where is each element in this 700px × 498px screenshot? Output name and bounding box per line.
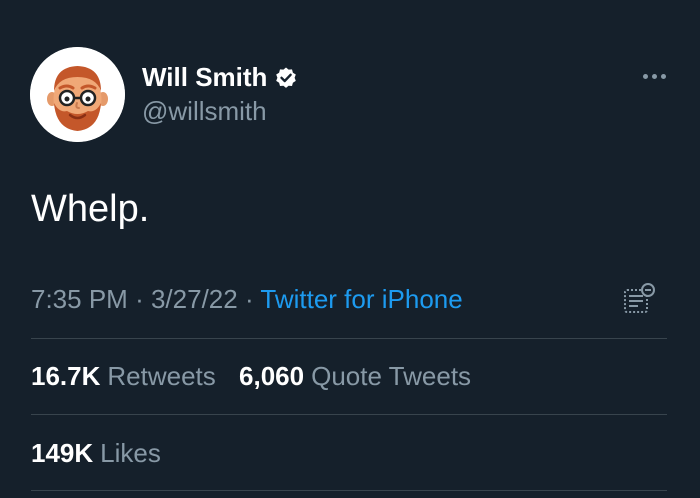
tweet-time[interactable]: 7:35 PM: [31, 284, 128, 314]
likes-stat[interactable]: 149K Likes: [31, 437, 161, 469]
meta-separator: ·: [135, 284, 144, 314]
more-dot: [642, 73, 648, 79]
more-dot: [651, 73, 657, 79]
quote-tweets-label: Quote Tweets: [311, 361, 472, 391]
stats-row-likes: 149K Likes: [31, 437, 177, 469]
bearded-face-with-glasses-avatar-icon: [30, 47, 125, 142]
author-name-text: Will Smith: [142, 62, 268, 92]
retweets-stat[interactable]: 16.7K Retweets: [31, 360, 216, 392]
tweet-source-link[interactable]: Twitter for iPhone: [260, 284, 462, 314]
stats-row-shares: 16.7K Retweets 6,060 Quote Tweets: [31, 360, 487, 392]
quote-tweets-count: 6,060: [239, 361, 305, 391]
divider: [31, 490, 667, 491]
quote-tweets-stat[interactable]: 6,060 Quote Tweets: [239, 360, 471, 392]
likes-label: Likes: [100, 438, 161, 468]
tweet-date[interactable]: 3/27/22: [151, 284, 238, 314]
avatar[interactable]: [30, 47, 125, 142]
retweets-count: 16.7K: [31, 361, 101, 391]
tweet-meta: 7:35 PM · 3/27/22 · Twitter for iPhone: [31, 283, 463, 315]
divider: [31, 338, 667, 339]
author-handle[interactable]: @willsmith: [142, 95, 267, 127]
tweet-analytics-icon[interactable]: [620, 280, 660, 318]
likes-count: 149K: [31, 438, 94, 468]
verified-badge-icon: [274, 65, 298, 89]
meta-separator: ·: [244, 284, 254, 314]
divider: [31, 414, 667, 415]
more-options-icon[interactable]: [636, 64, 672, 88]
retweets-label: Retweets: [107, 361, 216, 391]
author-name[interactable]: Will Smith: [142, 61, 298, 93]
more-dot: [660, 73, 666, 79]
tweet-text: Whelp.: [31, 188, 150, 230]
